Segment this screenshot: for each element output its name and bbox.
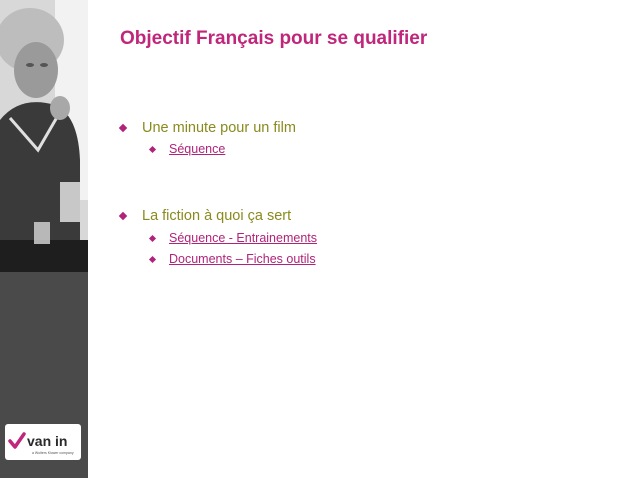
bullet-link-1[interactable]: Séquence (148, 142, 225, 156)
bullet-link-2[interactable]: Séquence - Entrainements (148, 231, 317, 245)
brand-logo: van in a Wolters Kluwer company (5, 424, 81, 460)
sequence-link[interactable]: Séquence (169, 142, 225, 156)
diamond-bullet-icon (148, 145, 157, 153)
bullet-link-3[interactable]: Documents – Fiches outils (148, 252, 316, 266)
bullet-heading-label: La fiction à quoi ça sert (142, 208, 292, 224)
bullet-heading-1: Une minute pour un film (118, 120, 296, 136)
bullet-heading-label: Une minute pour un film (142, 120, 296, 136)
logo-wordmark: van in (27, 433, 67, 449)
slide-title: Objectif Français pour se qualifier (120, 28, 428, 49)
sequence-entrainements-link[interactable]: Séquence - Entrainements (169, 231, 317, 245)
diamond-bullet-icon (118, 123, 128, 133)
bullet-heading-2: La fiction à quoi ça sert (118, 208, 292, 224)
diamond-bullet-icon (148, 255, 157, 263)
logo-tagline: a Wolters Kluwer company (32, 451, 74, 455)
boy-in-class-photo (0, 0, 88, 272)
diamond-bullet-icon (118, 211, 128, 221)
checkmark-icon (8, 432, 26, 449)
diamond-bullet-icon (148, 234, 157, 242)
documents-fiches-link[interactable]: Documents – Fiches outils (169, 252, 316, 266)
